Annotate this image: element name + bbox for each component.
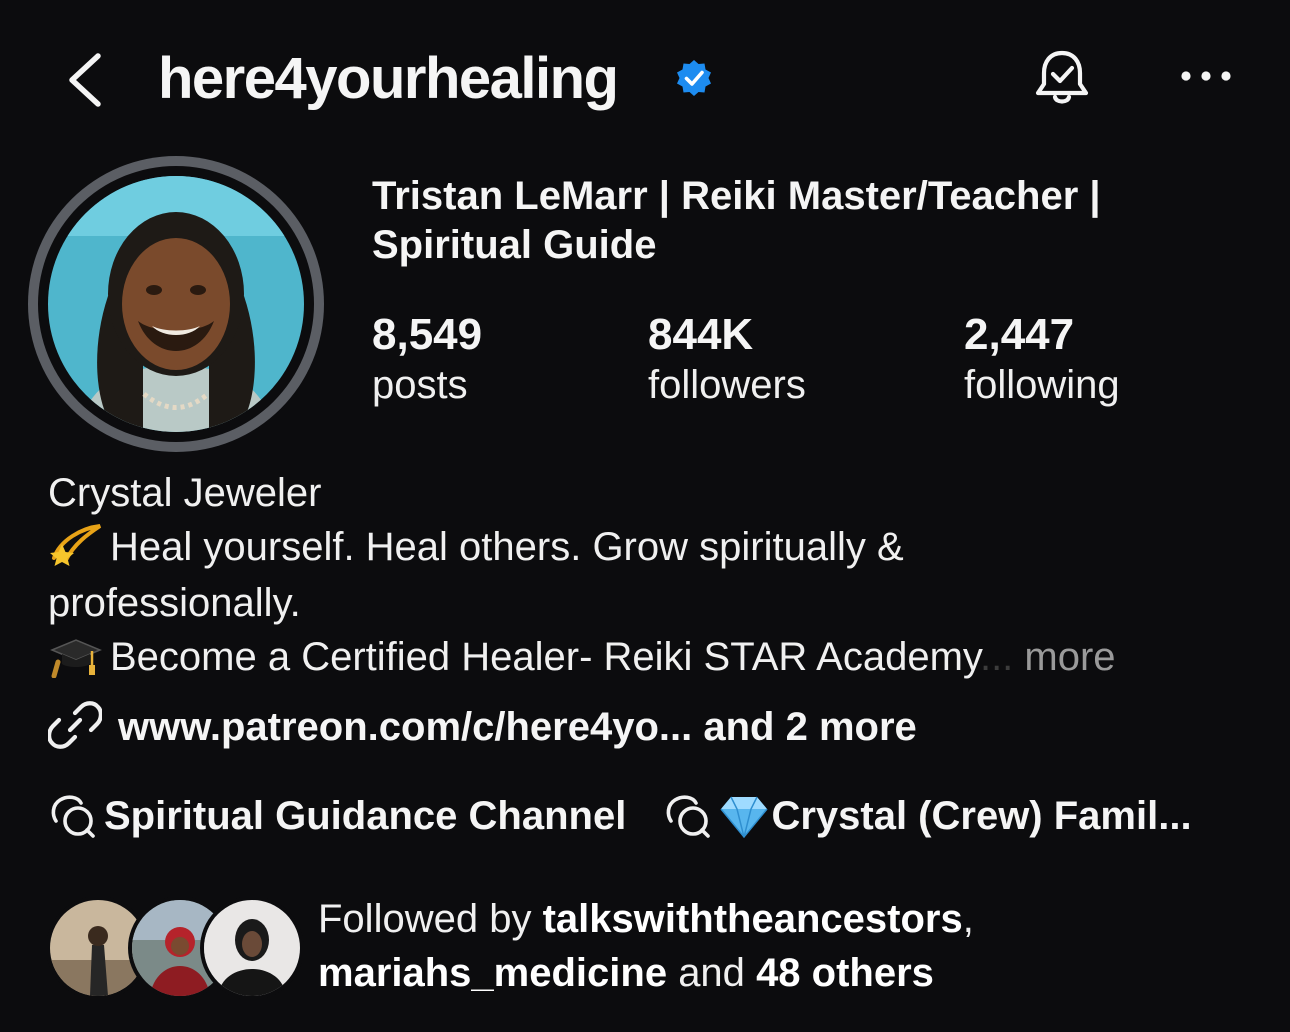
- mutual-followers-count: 48 others: [756, 951, 934, 995]
- mutual-follower-name: talkswiththeancestors: [542, 897, 963, 941]
- bio-ellipsis: ...: [979, 635, 1014, 679]
- bio-line-text: Heal yourself. Heal others. Grow spiritu…: [110, 525, 904, 569]
- bio-line: Become a Certified Healer- Reiki STAR Ac…: [48, 630, 1116, 684]
- profile-link-row[interactable]: www.patreon.com/c/here4yo... and 2 more: [48, 698, 917, 754]
- bio-line: professionally.: [48, 581, 301, 625]
- following-count: 2,447: [964, 310, 1075, 359]
- profile-avatar[interactable]: [48, 176, 304, 432]
- profile-username: here4yourhealing: [158, 46, 619, 111]
- channel-crystal-crew[interactable]: Crystal (Crew) Famil...: [663, 788, 1192, 844]
- bio-line: Heal yourself. Heal others. Grow spiritu…: [48, 520, 904, 574]
- back-chevron-icon[interactable]: [58, 48, 118, 112]
- posts-count-stat[interactable]: 8,549 posts: [372, 310, 482, 410]
- dizzy-star-icon: [50, 524, 102, 566]
- channel-chat-icon: [51, 795, 95, 838]
- channel-label: Crystal (Crew) Famil...: [771, 794, 1192, 838]
- channel-label: Spiritual Guidance Channel: [104, 794, 627, 838]
- profile-full-name: Tristan LeMarr | Reiki Master/Teacher | …: [372, 174, 1101, 267]
- mutual-follower-name: mariahs_medicine: [318, 951, 668, 995]
- gem-icon: [720, 796, 769, 839]
- followers-label: followers: [648, 363, 806, 407]
- followers-count-stat[interactable]: 844K followers: [648, 310, 806, 410]
- channel-spiritual-guidance[interactable]: Spiritual Guidance Channel: [48, 788, 626, 844]
- notification-bell-icon[interactable]: [1030, 46, 1094, 110]
- bio-more-link[interactable]: more: [1024, 635, 1115, 679]
- followed-by-prefix: Followed by: [318, 897, 532, 941]
- graduation-cap-icon: [50, 639, 102, 678]
- mutual-follower-avatar[interactable]: [200, 896, 304, 1000]
- followers-count: 844K: [648, 310, 754, 359]
- link-icon: [48, 701, 102, 749]
- more-options-icon[interactable]: [1176, 56, 1236, 96]
- profile-link-extra[interactable]: and 2 more: [703, 705, 916, 749]
- profile-link-url[interactable]: www.patreon.com/c/here4yo...: [118, 705, 692, 749]
- bio-line: Crystal Jeweler: [48, 471, 322, 515]
- following-count-stat[interactable]: 2,447 following: [964, 310, 1120, 410]
- bio-line-text: Become a Certified Healer- Reiki STAR Ac…: [110, 635, 980, 679]
- verified-badge-icon: [677, 60, 711, 96]
- followed-by-text[interactable]: Followed by talkswiththeancestors, maria…: [318, 892, 974, 1000]
- following-label: following: [964, 363, 1120, 407]
- posts-count: 8,549: [372, 310, 483, 359]
- channel-chat-icon: [667, 795, 711, 838]
- broadcast-channels: Spiritual Guidance Channel Crystal (Crew…: [48, 788, 1192, 844]
- posts-label: posts: [372, 363, 468, 407]
